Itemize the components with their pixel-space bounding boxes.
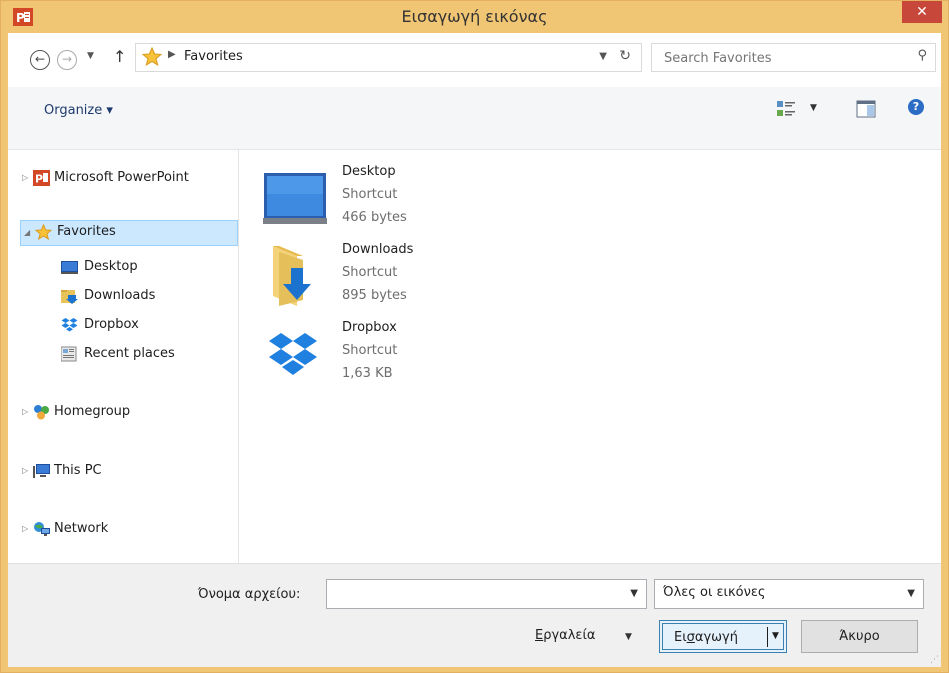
file-name: Downloads [342,242,414,257]
file-type: Shortcut [342,265,398,280]
forward-button[interactable]: → [57,50,77,70]
search-box[interactable]: ⚲ [651,43,936,72]
filename-combobox[interactable]: ▼ [326,579,647,609]
dialog-body: ← → ▼ ↑ ▶ Favorites ▼ ↻ ⚲ Organize ▾ [8,33,941,667]
view-options-dropdown[interactable]: ▼ [810,103,817,113]
filename-label: Όνομα αρχείου: [198,587,301,602]
title-bar[interactable]: P Εισαγωγή εικόνας ✕ [1,1,948,33]
computer-icon [33,464,50,478]
address-dropdown-icon[interactable]: ▼ [599,51,607,62]
file-size: 466 bytes [342,210,407,225]
nav-item-label: Dropbox [84,317,139,332]
nav-item-label: Recent places [84,346,175,361]
help-icon[interactable]: ? [908,99,924,115]
nav-item-label: Favorites [57,224,116,239]
tools-dropdown-icon[interactable]: ▼ [625,632,632,642]
file-type-filter-value: Όλες οι εικόνες [663,585,766,600]
file-type: Shortcut [342,343,398,358]
file-item-dropbox[interactable]: Dropbox Shortcut 1,63 KB [239,320,499,400]
file-list: Desktop Shortcut 466 bytes Downloads Sho… [239,150,941,563]
navigation-pane: ▷ P Microsoft PowerPoint ◢ Favorites Des… [8,150,239,563]
homegroup-icon [34,405,49,420]
file-type: Shortcut [342,187,398,202]
split-divider [767,627,768,647]
search-input[interactable] [662,47,896,69]
nav-item-homegroup[interactable]: ▷ Homegroup [8,400,236,424]
nav-item-network[interactable]: ▷ Network [8,517,236,541]
star-icon [142,47,162,66]
breadcrumb-chevron-icon[interactable]: ▶ [168,49,176,60]
address-row: ← → ▼ ↑ ▶ Favorites ▼ ↻ ⚲ [8,33,941,87]
insert-button-focus-ring: Εισαγωγή ▼ [662,623,784,650]
star-icon [35,224,52,240]
tools-button[interactable]: Εργαλεία [535,628,595,643]
insert-label: Εισαγωγή [674,630,738,645]
window-title: Εισαγωγή εικόνας [401,7,548,26]
downloads-folder-icon [273,246,311,306]
nav-item-downloads[interactable]: Downloads [8,284,236,308]
nav-item-label: Desktop [84,259,138,274]
nav-item-label: Downloads [84,288,156,303]
svg-text:P: P [35,173,43,186]
nav-item-label: Homegroup [54,404,131,419]
nav-item-dropbox[interactable]: Dropbox [8,313,236,337]
expand-arrow-icon[interactable]: ▷ [22,166,28,190]
file-name: Desktop [342,164,396,179]
resize-grip-icon[interactable]: ⋰ [930,655,939,665]
file-type-filter[interactable]: Όλες οι εικόνες ▼ [654,579,924,609]
filename-dropdown-icon[interactable]: ▼ [630,588,638,599]
file-size: 1,63 KB [342,366,393,381]
nav-item-powerpoint[interactable]: ▷ P Microsoft PowerPoint [8,166,236,190]
nav-item-this-pc[interactable]: ▷ This PC [8,459,236,483]
address-bar[interactable]: ▶ Favorites ▼ ↻ [135,43,642,72]
network-icon [34,522,50,536]
nav-item-recent-places[interactable]: Recent places [8,342,236,366]
close-button[interactable]: ✕ [902,1,942,23]
file-item-desktop[interactable]: Desktop Shortcut 466 bytes [239,164,499,244]
cancel-button[interactable]: Άκυρο [801,620,918,653]
nav-item-desktop[interactable]: Desktop [8,255,236,279]
breadcrumb-favorites[interactable]: Favorites [184,49,243,64]
organize-button[interactable]: Organize ▾ [44,103,113,118]
recent-places-icon [61,346,77,362]
dropbox-icon [61,318,78,332]
file-size: 895 bytes [342,288,407,303]
dialog-footer: Όνομα αρχείου: ▼ Όλες οι εικόνες ▼ Εργαλ… [8,563,941,667]
desktop-icon [263,173,327,224]
expand-arrow-icon[interactable]: ▷ [22,459,28,483]
dropbox-icon [269,333,317,375]
change-view-icon[interactable] [776,99,798,119]
insert-button[interactable]: Εισαγωγή ▼ [659,620,787,653]
nav-item-label: Microsoft PowerPoint [54,170,189,185]
nav-item-label: This PC [54,463,102,478]
filter-dropdown-icon[interactable]: ▼ [907,588,915,599]
desktop-icon [61,261,78,274]
expand-arrow-icon[interactable]: ▷ [22,400,28,424]
back-button[interactable]: ← [30,50,50,70]
command-bar: Organize ▾ ▼ ? [8,87,941,150]
preview-pane-icon[interactable] [856,100,876,118]
collapse-arrow-icon[interactable]: ◢ [24,221,30,245]
up-button[interactable]: ↑ [113,47,126,66]
downloads-icon [61,290,78,304]
file-item-downloads[interactable]: Downloads Shortcut 895 bytes [239,242,499,322]
search-icon[interactable]: ⚲ [917,48,927,63]
file-name: Dropbox [342,320,397,335]
refresh-icon[interactable]: ↻ [619,48,631,64]
nav-item-favorites[interactable]: ◢ Favorites [20,220,238,246]
powerpoint-icon: P [33,170,50,186]
recent-locations-dropdown[interactable]: ▼ [87,51,94,61]
insert-options-dropdown-icon[interactable]: ▼ [772,631,779,641]
expand-arrow-icon[interactable]: ▷ [22,517,28,541]
insert-picture-dialog: P Εισαγωγή εικόνας ✕ ← → ▼ ↑ ▶ Favorites… [0,0,949,673]
nav-item-label: Network [54,521,109,536]
